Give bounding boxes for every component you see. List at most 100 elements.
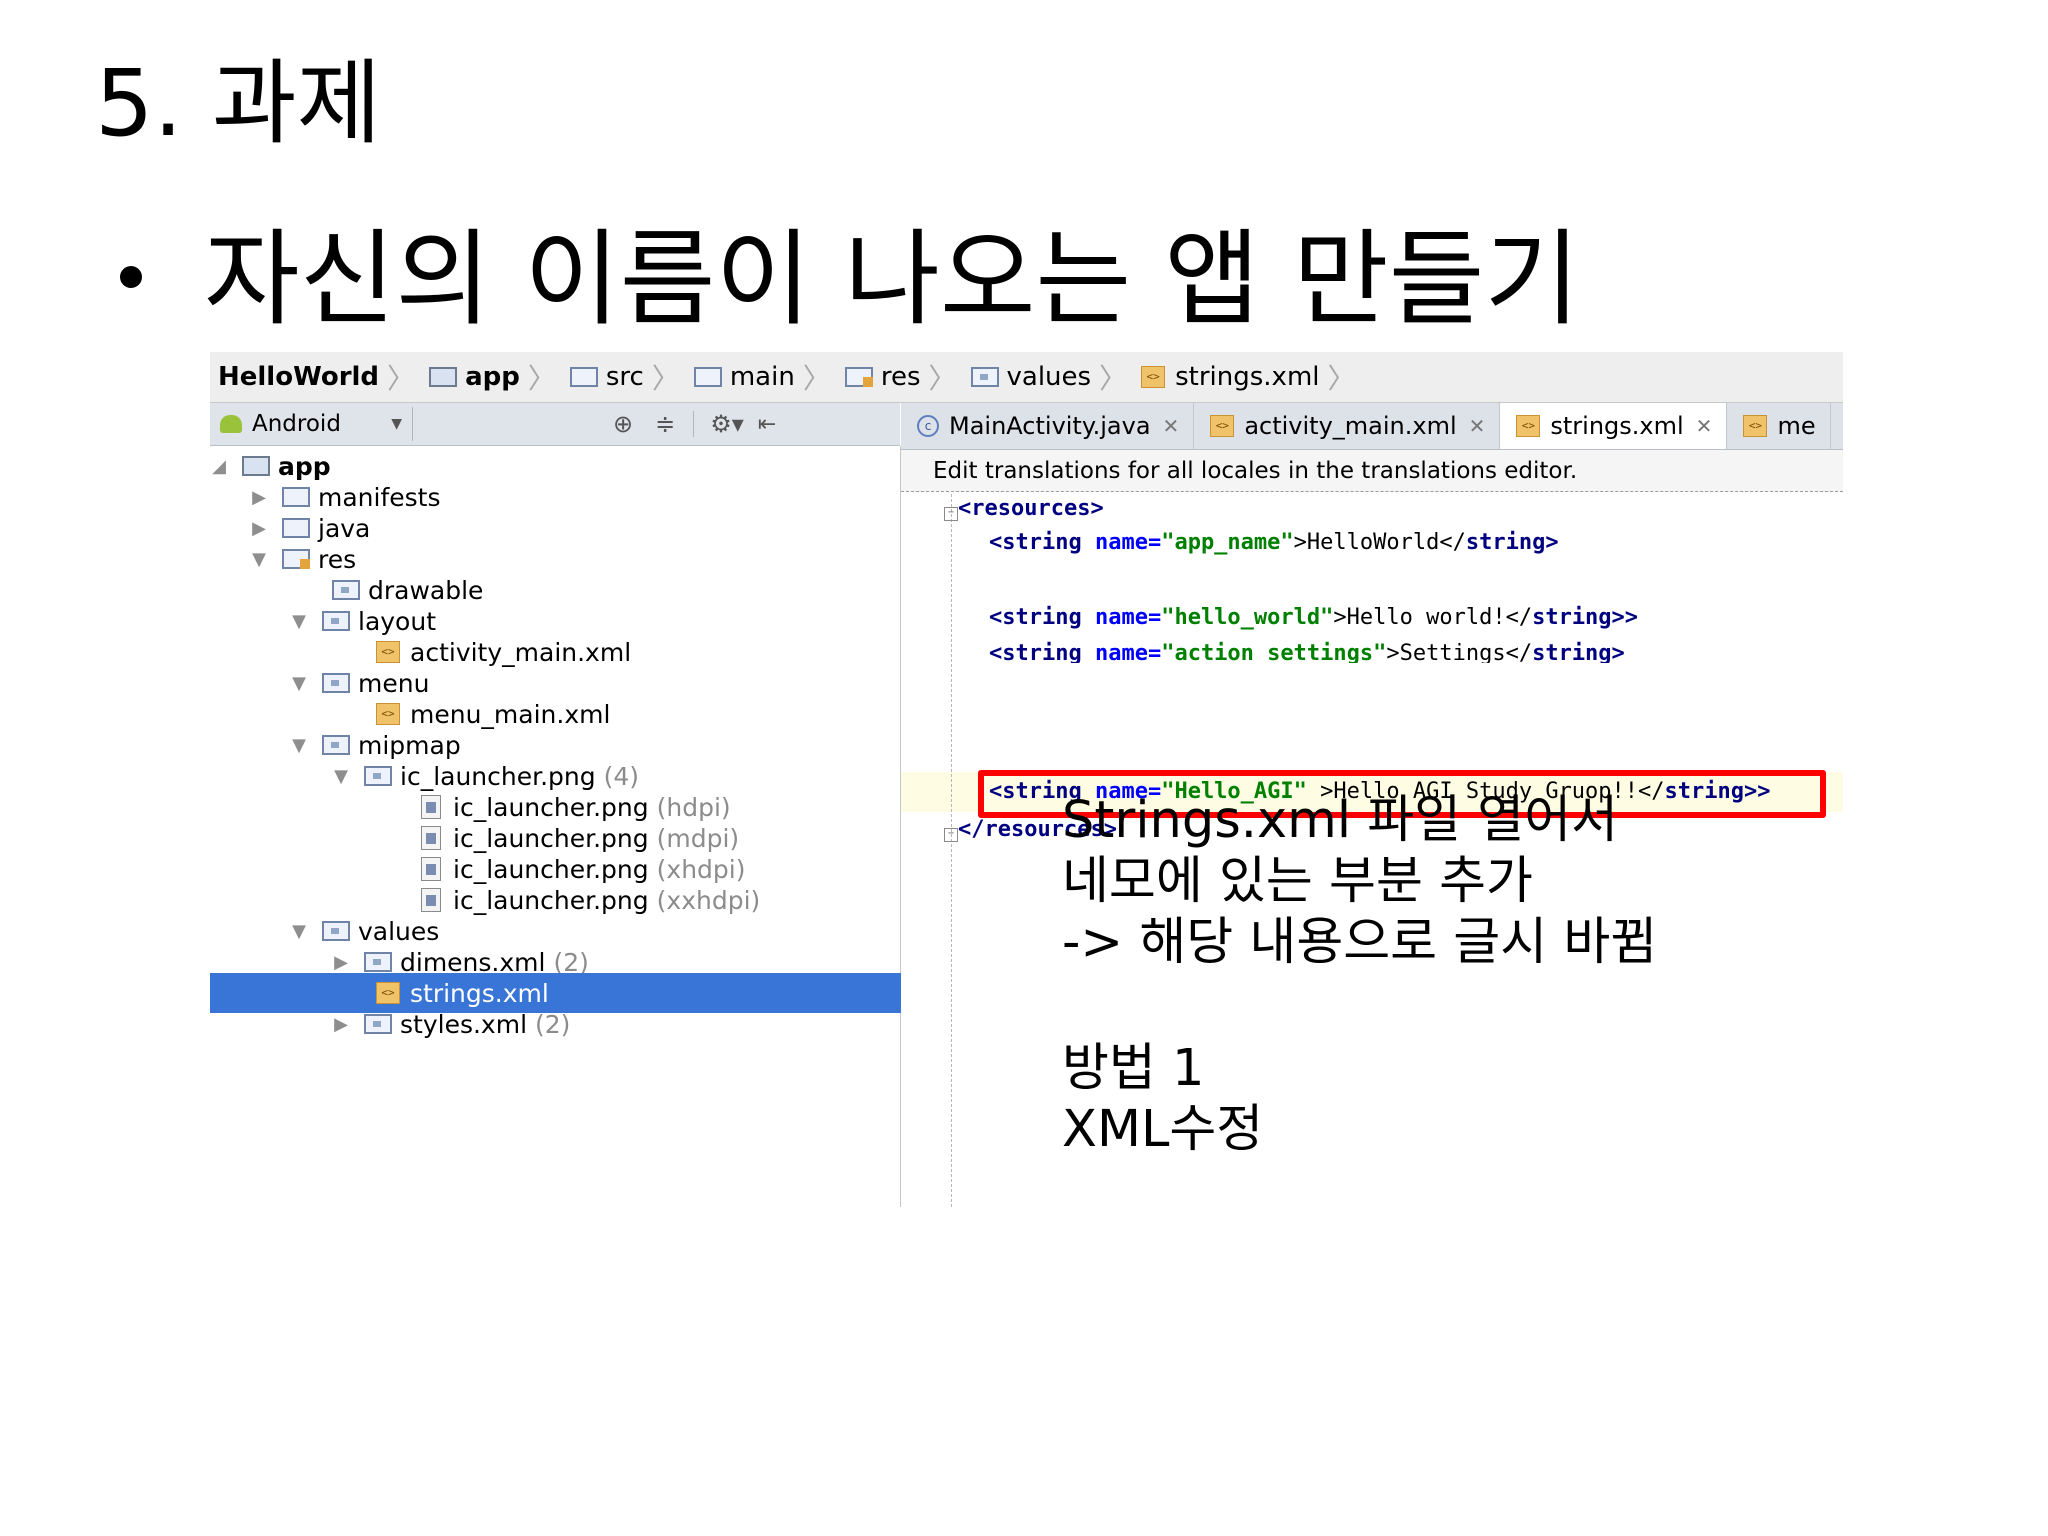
xml-file-icon: <>: [376, 703, 400, 725]
editor-tabs: c MainActivity.java ✕ <> activity_main.x…: [901, 403, 1843, 450]
translations-notice: Edit translations for all locales in the…: [901, 450, 1843, 492]
divider: [693, 411, 695, 437]
close-icon[interactable]: ✕: [1696, 414, 1713, 438]
tree-item-hint: (2): [535, 1009, 571, 1039]
close-icon[interactable]: ✕: [1163, 414, 1180, 438]
folder-icon: [322, 611, 350, 631]
xml-file-icon: <>: [1141, 366, 1166, 388]
code-tag: <string: [989, 605, 1095, 630]
expand-arrow-icon[interactable]: ◢: [210, 456, 228, 477]
xml-file-icon: <>: [1210, 415, 1235, 437]
collapse-arrow-icon[interactable]: ▶: [250, 487, 268, 508]
tab-activity-main-xml[interactable]: <> activity_main.xml ✕: [1194, 403, 1501, 449]
view-selector-label: Android: [252, 411, 341, 437]
image-file-icon: [421, 888, 441, 912]
close-icon[interactable]: ✕: [1469, 414, 1486, 438]
expand-arrow-icon[interactable]: ▼: [290, 735, 308, 756]
expand-arrow-icon[interactable]: ▼: [332, 766, 350, 787]
breadcrumb-label: HelloWorld: [218, 362, 380, 392]
breadcrumb-label: app: [465, 362, 520, 392]
code-line-resources-open: − <resources>: [944, 496, 1104, 521]
code-value: "hello_world": [1161, 605, 1334, 630]
target-icon[interactable]: ⊕: [613, 410, 633, 438]
chevron-right-icon: 〉: [928, 362, 957, 395]
resource-folder-icon: [282, 549, 310, 569]
folder-icon: [970, 367, 999, 387]
code-tag: <resources>: [958, 496, 1104, 521]
breadcrumb: HelloWorld 〉 app 〉 src 〉 main 〉 res 〉 values 〉…: [210, 352, 1843, 403]
folder-icon: [364, 1014, 392, 1034]
expand-arrow-icon[interactable]: ▼: [250, 549, 268, 570]
breadcrumb-item-strings-xml[interactable]: <> strings.xml 〉: [1133, 352, 1361, 402]
tree-item-label: styles.xml: [400, 1009, 528, 1039]
bullet-dot-icon: [120, 265, 142, 288]
image-file-icon: [421, 826, 441, 850]
ide-screenshot: HelloWorld 〉 app 〉 src 〉 main 〉 res 〉 values 〉…: [210, 352, 1843, 1207]
code-text: >Hello world!</: [1333, 605, 1533, 630]
code-value: "action_settings": [1161, 641, 1387, 663]
image-file-icon: [421, 857, 441, 881]
code-text: >HelloWorld</: [1293, 530, 1466, 555]
code-line-action-settings: <string name="action_settings">Settings<…: [989, 641, 1625, 663]
expand-arrow-icon[interactable]: ▼: [290, 673, 308, 694]
expand-arrow-icon[interactable]: ▼: [290, 611, 308, 632]
folder-icon: [364, 952, 392, 972]
image-file-icon: [421, 795, 441, 819]
xml-file-icon: <>: [376, 641, 400, 663]
xml-file-icon: <>: [1516, 415, 1541, 437]
code-tag: string>: [1465, 530, 1559, 555]
breadcrumb-label: src: [605, 362, 644, 392]
android-icon: [220, 415, 242, 433]
divider: [412, 407, 413, 441]
breadcrumb-item-src[interactable]: src 〉: [562, 352, 686, 402]
folder-icon: [364, 766, 392, 786]
xml-file-icon: <>: [1743, 415, 1768, 437]
note-line-2: 네모에 있는 부분 추가: [1062, 852, 1533, 911]
code-text: >Settings</: [1386, 641, 1533, 663]
code-tag: string>: [1532, 641, 1625, 663]
view-selector[interactable]: Android ▼: [252, 411, 402, 437]
collapse-arrow-icon[interactable]: ▶: [332, 1014, 350, 1035]
breadcrumb-item-main[interactable]: main 〉: [686, 352, 837, 402]
tab-strings-xml[interactable]: <> strings.xml ✕: [1500, 403, 1728, 449]
note-line-4: 방법 1: [1062, 1039, 1205, 1098]
folder-icon: [569, 367, 598, 387]
tab-menu-main-xml[interactable]: <> me: [1727, 403, 1831, 449]
breadcrumb-item-helloworld[interactable]: HelloWorld 〉: [210, 352, 421, 402]
chevron-right-icon: 〉: [1327, 362, 1356, 395]
collapse-all-icon[interactable]: ≑: [655, 410, 675, 438]
fold-icon[interactable]: −: [944, 507, 958, 521]
breadcrumb-item-values[interactable]: values 〉: [963, 352, 1134, 402]
breadcrumb-item-app[interactable]: app 〉: [421, 352, 562, 402]
chevron-right-icon: 〉: [651, 362, 680, 395]
chevron-right-icon: 〉: [387, 362, 416, 395]
chevron-right-icon: 〉: [802, 362, 831, 395]
collapse-arrow-icon[interactable]: ▶: [250, 518, 268, 539]
folder-icon: [282, 518, 310, 538]
gear-icon[interactable]: ⚙▾: [710, 410, 744, 438]
tab-label: activity_main.xml: [1244, 412, 1457, 440]
module-folder-icon: [242, 456, 270, 476]
collapse-arrow-icon[interactable]: ▶: [332, 952, 350, 973]
tab-label: strings.xml: [1550, 412, 1684, 440]
folder-icon: [332, 580, 360, 600]
xml-file-icon: <>: [376, 982, 400, 1004]
bullet-item: 자신의 이름이 나오는 앱 만들기: [120, 222, 1580, 336]
tab-mainactivity-java[interactable]: c MainActivity.java ✕: [901, 403, 1195, 449]
slide-title: 5. 과제: [95, 50, 382, 157]
expand-arrow-icon[interactable]: ▼: [290, 921, 308, 942]
chevron-right-icon: 〉: [1099, 362, 1128, 395]
fold-icon[interactable]: −: [944, 828, 958, 842]
folder-icon: [322, 921, 350, 941]
project-panel-header: Android ▼ ⊕ ≑ ⚙▾ ⇤: [210, 403, 900, 446]
folder-icon: [322, 673, 350, 693]
note-line-3: -> 해당 내용으로 글시 바뀜: [1062, 913, 1658, 972]
hide-panel-icon[interactable]: ⇤: [758, 412, 776, 437]
code-tag: <string: [989, 530, 1095, 555]
breadcrumb-item-res[interactable]: res 〉: [837, 352, 963, 402]
code-value: "app_name": [1161, 530, 1294, 555]
dropdown-arrow-icon: ▼: [391, 416, 402, 432]
chevron-right-icon: 〉: [527, 362, 556, 395]
breadcrumb-label: strings.xml: [1175, 362, 1320, 392]
code-attr: name=: [1094, 641, 1162, 663]
